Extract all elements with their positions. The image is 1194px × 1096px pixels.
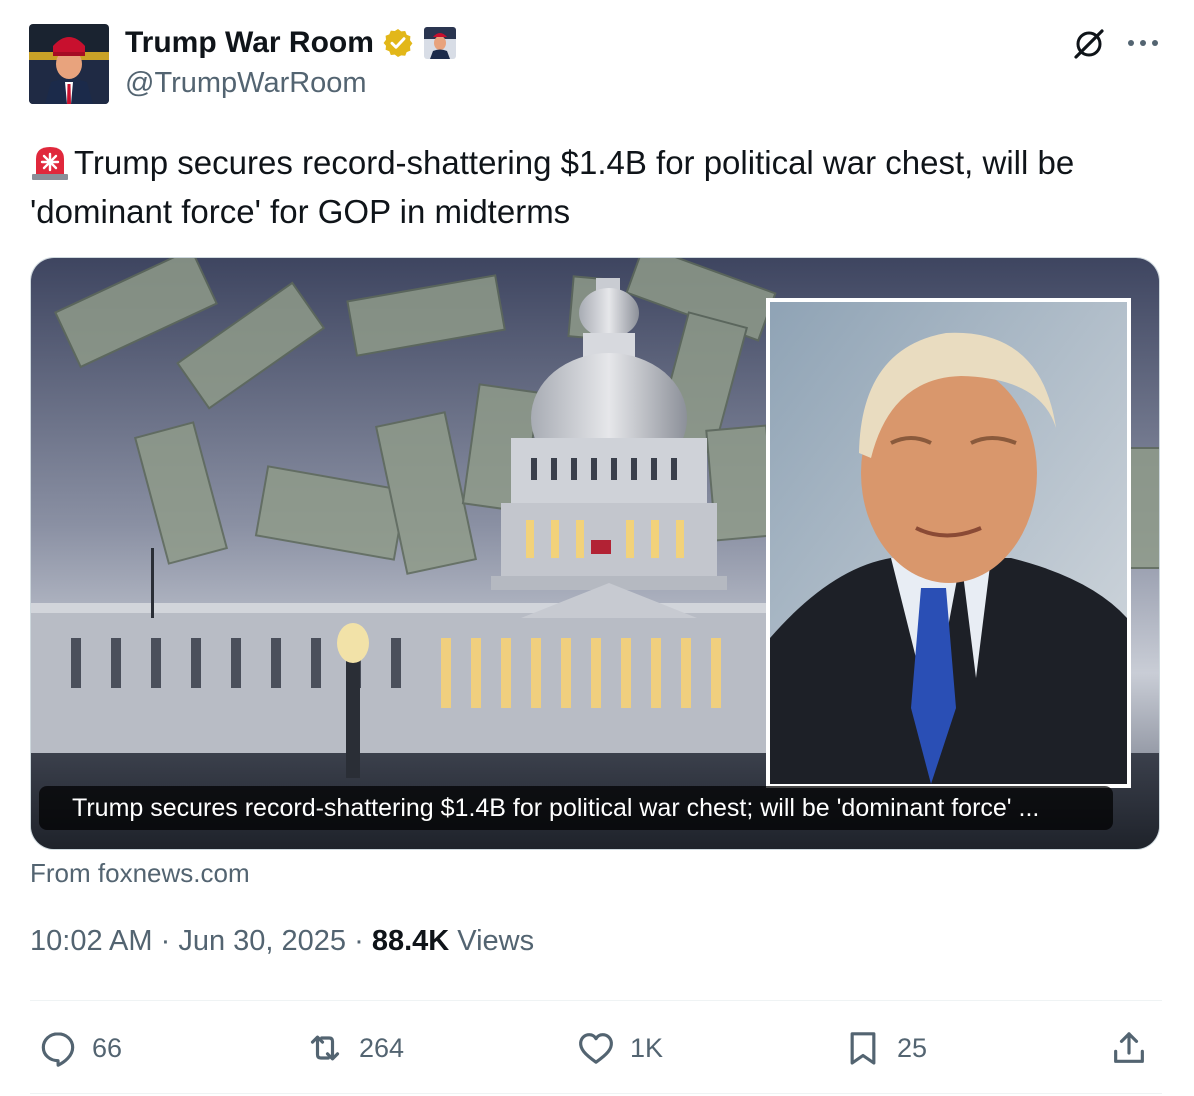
tweet-meta: 10:02 AM · Jun 30, 2025 · 88.4K Views: [30, 925, 534, 958]
meta-separator: ·: [354, 925, 364, 957]
like-button[interactable]: 1K: [576, 1028, 663, 1068]
card-caption: Trump secures record-shattering $1.4B fo…: [39, 786, 1113, 830]
bookmark-icon: [850, 1032, 876, 1065]
bookmark-button[interactable]: 25: [843, 1028, 927, 1068]
divider: [30, 1093, 1162, 1094]
siren-emoji-icon: [30, 141, 70, 181]
retweet-count: 264: [359, 1032, 405, 1063]
card-image: [31, 258, 1159, 849]
author-name-row[interactable]: Trump War Room: [125, 26, 456, 60]
reply-count: 66: [92, 1032, 123, 1063]
author-handle[interactable]: @TrumpWarRoom: [125, 67, 367, 100]
retweet-button[interactable]: 264: [305, 1028, 404, 1068]
link-card[interactable]: Trump secures record-shattering $1.4B fo…: [30, 257, 1160, 850]
divider: [30, 1000, 1162, 1001]
share-button[interactable]: [1109, 1028, 1149, 1068]
views-count: 88.4K: [371, 925, 450, 957]
reply-button[interactable]: 66: [38, 1028, 122, 1068]
more-options-icon[interactable]: [1125, 30, 1161, 56]
tweet-body: Trump secures record-shattering $1.4B fo…: [30, 144, 1075, 230]
tweet-date[interactable]: Jun 30, 2025: [178, 925, 346, 957]
reply-icon: [41, 1032, 75, 1067]
author-name[interactable]: Trump War Room: [125, 26, 374, 60]
card-source-link[interactable]: From foxnews.com: [30, 858, 250, 889]
tweet-time[interactable]: 10:02 AM: [30, 925, 153, 957]
verified-badge-icon: [382, 27, 414, 59]
author-avatar[interactable]: [29, 24, 109, 104]
meta-separator: ·: [160, 925, 171, 957]
tweet-text: Trump secures record-shattering $1.4B fo…: [30, 138, 1170, 236]
grok-icon[interactable]: [1071, 26, 1107, 62]
retweet-icon: [310, 1035, 340, 1061]
share-icon: [1114, 1032, 1144, 1063]
affiliate-badge-icon[interactable]: [423, 27, 456, 59]
views-label: Views: [457, 925, 535, 957]
like-count: 1K: [630, 1032, 664, 1063]
bookmark-count: 25: [897, 1032, 928, 1063]
like-icon: [579, 1033, 613, 1064]
